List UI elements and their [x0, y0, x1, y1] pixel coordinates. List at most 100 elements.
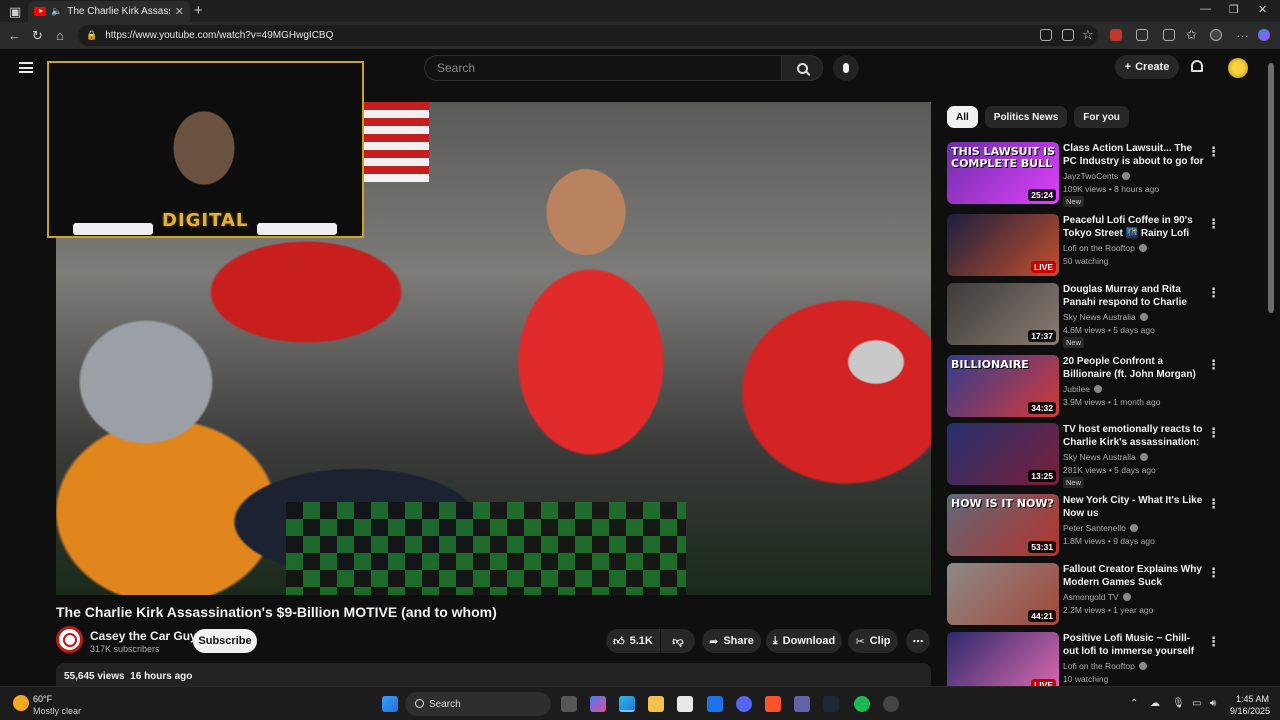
- voice-search-button[interactable]: [833, 55, 859, 81]
- extension-red-icon[interactable]: [1110, 29, 1122, 41]
- like-button[interactable]: 👍︎ 5.1K: [606, 629, 660, 653]
- browser-tab[interactable]: 🔈 The Charlie Kirk Assassinatio ✕: [28, 1, 190, 22]
- outlook-icon[interactable]: [707, 696, 723, 712]
- tab-close-icon[interactable]: ✕: [175, 5, 184, 18]
- speaker-icon[interactable]: 🔈: [51, 6, 62, 17]
- clock-time[interactable]: 1:45 AM: [1236, 694, 1269, 704]
- recommendation-channel[interactable]: Lofi on the Rooftop: [1063, 661, 1147, 671]
- more-options-icon[interactable]: …: [1236, 25, 1249, 40]
- edge-browser-icon[interactable]: [619, 696, 635, 712]
- account-avatar[interactable]: [1228, 58, 1248, 78]
- video-thumbnail[interactable]: 44:21: [947, 563, 1059, 625]
- clip-button[interactable]: ✂ Clip: [848, 629, 898, 653]
- recommendation-title[interactable]: Douglas Murray and Rita Panahi respond t…: [1063, 283, 1205, 310]
- recommendation-item[interactable]: BILLIONAIRE 34:32 20 People Confront a Bil…: [947, 355, 1220, 417]
- microphone-tray-icon[interactable]: 🎙︎: [1172, 698, 1185, 709]
- notifications-bell-icon[interactable]: [1191, 60, 1203, 72]
- more-vertical-icon[interactable]: ⋮: [1207, 425, 1220, 441]
- more-vertical-icon[interactable]: ⋮: [1207, 357, 1220, 373]
- filter-chip[interactable]: For you: [1074, 106, 1129, 128]
- search-input[interactable]: [437, 61, 781, 75]
- new-tab-icon[interactable]: +: [194, 2, 203, 19]
- recommendation-channel[interactable]: Sky News Australia: [1063, 452, 1148, 462]
- obs-icon[interactable]: [883, 696, 899, 712]
- more-vertical-icon[interactable]: ⋮: [1207, 216, 1220, 232]
- recommendation-title[interactable]: Class Action Lawsuit... The PC Industry …: [1063, 142, 1205, 169]
- recommendation-title[interactable]: 20 People Confront a Billionaire (ft. Jo…: [1063, 355, 1205, 381]
- more-vertical-icon[interactable]: ⋮: [1207, 285, 1220, 301]
- recommendation-title[interactable]: New York City - What It's Like Now us: [1063, 494, 1205, 520]
- favorite-star-icon[interactable]: ☆: [1082, 27, 1094, 43]
- recommendation-channel[interactable]: Sky News Australia: [1063, 312, 1148, 322]
- reload-icon[interactable]: ↻: [32, 28, 43, 44]
- copilot-taskbar-icon[interactable]: [590, 696, 606, 712]
- description-box[interactable]: 55,645 views 16 hours ago: [56, 663, 931, 686]
- minimize-icon[interactable]: —: [1200, 3, 1211, 15]
- recommendation-channel[interactable]: Jubilee: [1063, 384, 1102, 394]
- file-explorer-icon[interactable]: [648, 696, 664, 712]
- recommendation-item[interactable]: 17:37 Douglas Murray and Rita Panahi resp…: [947, 283, 1220, 348]
- onedrive-cloud-icon[interactable]: ☁: [1150, 698, 1160, 709]
- dislike-button[interactable]: 👎︎: [661, 629, 695, 653]
- display-icon[interactable]: ▭: [1192, 698, 1201, 709]
- recommendation-title[interactable]: Fallout Creator Explains Why Modern Game…: [1063, 563, 1205, 589]
- volume-icon[interactable]: 🔊︎: [1210, 698, 1216, 709]
- video-thumbnail[interactable]: BILLIONAIRE 34:32: [947, 355, 1059, 417]
- search-field[interactable]: [424, 55, 782, 81]
- home-icon[interactable]: ⌂: [56, 28, 64, 43]
- weather-temperature[interactable]: 60°F: [33, 694, 52, 704]
- task-view-icon[interactable]: [561, 696, 577, 712]
- recommendation-title[interactable]: Positive Lofi Music ~ Chill-out lofi to …: [1063, 632, 1205, 659]
- copilot-icon[interactable]: [1258, 29, 1270, 41]
- profile-icon[interactable]: [1210, 29, 1222, 41]
- more-vertical-icon[interactable]: ⋮: [1207, 565, 1220, 581]
- recommendation-channel[interactable]: Peter Santenello: [1063, 523, 1138, 533]
- recommendation-item[interactable]: THIS LAWSUIT IS COMPLETE BULL 25:24 Class …: [947, 142, 1220, 207]
- more-vertical-icon[interactable]: ⋮: [1207, 496, 1220, 512]
- subscribe-button[interactable]: Subscribe: [193, 629, 257, 653]
- url-text[interactable]: https://www.youtube.com/watch?v=49MGHwgI…: [105, 30, 333, 41]
- recommendation-title[interactable]: TV host emotionally reacts to Charlie Ki…: [1063, 423, 1205, 450]
- weather-moon-icon[interactable]: [13, 695, 29, 711]
- recommendation-channel[interactable]: Asmongold TV: [1063, 592, 1131, 602]
- close-window-icon[interactable]: ✕: [1258, 3, 1267, 16]
- spotify-icon[interactable]: [854, 696, 870, 712]
- more-actions-button[interactable]: ⋯: [906, 629, 930, 653]
- url-bar[interactable]: 🔒 https://www.youtube.com/watch?v=49MGHw…: [78, 25, 1098, 46]
- split-screen-icon[interactable]: [1163, 29, 1175, 41]
- video-thumbnail[interactable]: LIVE: [947, 632, 1059, 686]
- share-button[interactable]: ➦ Share: [702, 629, 761, 653]
- back-icon[interactable]: ←: [8, 28, 21, 43]
- recommendation-item[interactable]: HOW IS IT NOW? 53:31 New York City - What …: [947, 494, 1220, 556]
- steam-icon[interactable]: [823, 696, 839, 712]
- microsoft-store-icon[interactable]: [677, 696, 693, 712]
- channel-name[interactable]: Casey the Car Guy: [90, 629, 197, 643]
- recommendation-channel[interactable]: Lofi on the Rooftop: [1063, 243, 1147, 253]
- teams-icon[interactable]: [794, 696, 810, 712]
- recommendation-item[interactable]: LIVE Peaceful Lofi Coffee in 90's Tokyo S…: [947, 214, 1220, 276]
- channel-avatar[interactable]: [56, 626, 83, 653]
- search-button[interactable]: [781, 55, 823, 81]
- discord-icon[interactable]: [736, 696, 752, 712]
- windows-start-icon[interactable]: [382, 696, 398, 712]
- filter-chip[interactable]: All: [947, 106, 978, 128]
- more-vertical-icon[interactable]: ⋮: [1207, 144, 1220, 160]
- hamburger-menu-icon[interactable]: [19, 62, 33, 73]
- extension-icon[interactable]: [1040, 29, 1052, 41]
- video-thumbnail[interactable]: HOW IS IT NOW? 53:31: [947, 494, 1059, 556]
- favorites-icon[interactable]: ✩: [1186, 27, 1197, 43]
- download-button[interactable]: ⤓ Download: [766, 629, 842, 653]
- recommendation-channel[interactable]: JayzTwoCents: [1063, 171, 1131, 181]
- video-thumbnail[interactable]: 13:25: [947, 423, 1059, 485]
- reader-icon[interactable]: [1062, 29, 1074, 41]
- video-thumbnail[interactable]: 17:37: [947, 283, 1059, 345]
- brave-browser-icon[interactable]: [765, 696, 781, 712]
- clock-date[interactable]: 9/16/2025: [1230, 706, 1270, 716]
- page-scrollbar[interactable]: [1268, 63, 1274, 313]
- tab-actions-icon[interactable]: ▣: [9, 4, 21, 20]
- show-hidden-icons-icon[interactable]: ⌃: [1130, 698, 1138, 709]
- more-vertical-icon[interactable]: ⋮: [1207, 634, 1220, 650]
- video-thumbnail[interactable]: THIS LAWSUIT IS COMPLETE BULL 25:24: [947, 142, 1059, 204]
- video-thumbnail[interactable]: LIVE: [947, 214, 1059, 276]
- weather-description[interactable]: Mostly clear: [33, 706, 81, 716]
